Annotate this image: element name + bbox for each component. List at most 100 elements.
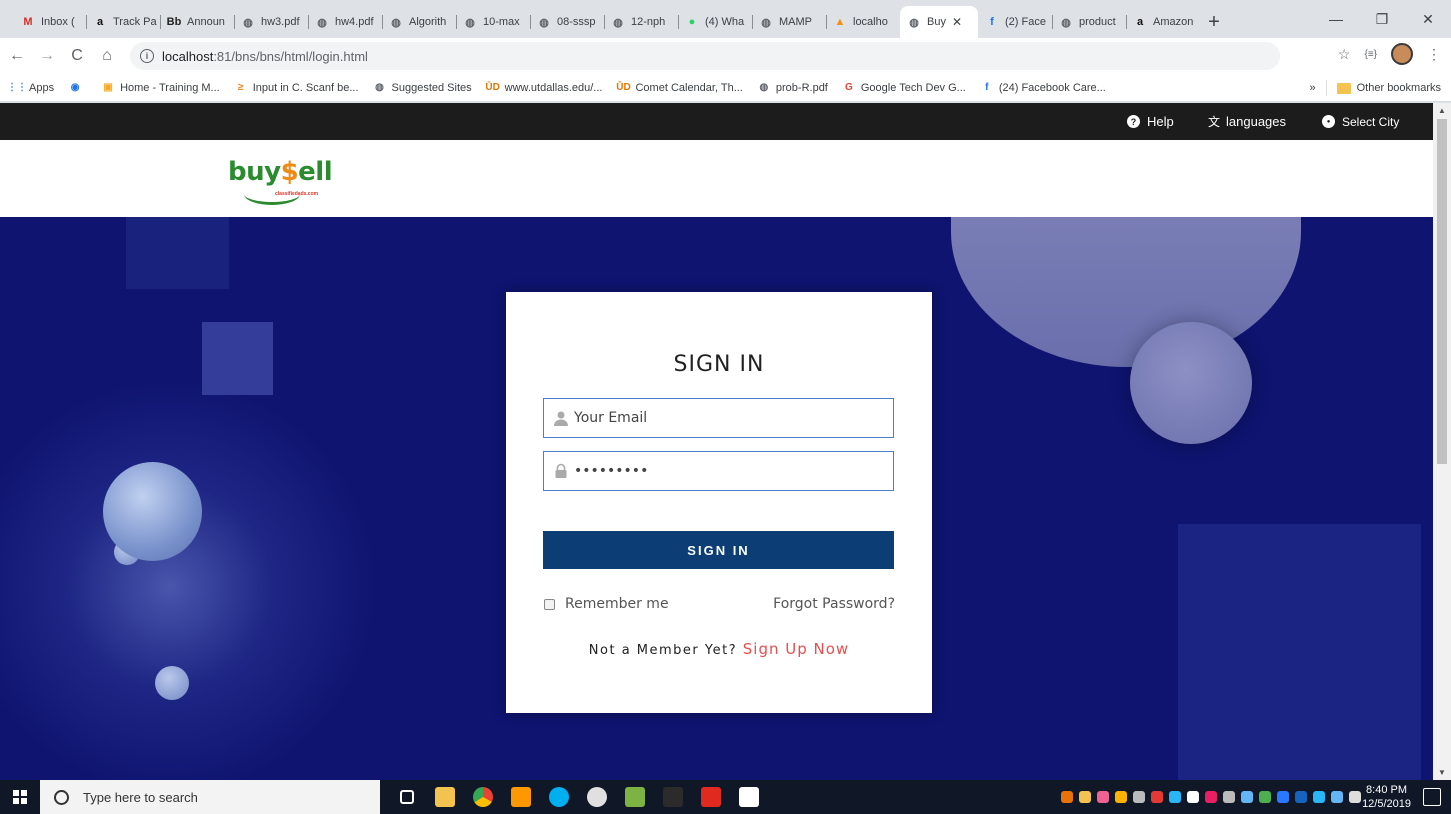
tray-icon[interactable] — [1133, 791, 1145, 803]
file-explorer-icon[interactable] — [426, 780, 464, 814]
browser-tab[interactable]: ◍ hw4.pdf — [308, 6, 382, 38]
browser-tab[interactable]: M Inbox ( — [14, 6, 86, 38]
tray-icon[interactable] — [1169, 791, 1181, 803]
tray-icon[interactable] — [1115, 791, 1127, 803]
email-field[interactable] — [543, 398, 894, 438]
browser-tab[interactable]: ◍ 08-sssp — [530, 6, 604, 38]
tray-icon[interactable] — [1313, 791, 1325, 803]
bookmark-item[interactable]: ŪD Comet Calendar, Th... — [616, 81, 743, 95]
tray-icon[interactable] — [1331, 791, 1343, 803]
bookmark-item[interactable]: ◍ Suggested Sites — [373, 81, 472, 95]
bookmark-item[interactable]: ⋮⋮ Apps — [7, 81, 54, 95]
decor-circle — [1130, 322, 1252, 444]
browser-tab[interactable]: ◍ Algorith — [382, 6, 456, 38]
new-tab-button[interactable]: + — [1200, 6, 1228, 38]
back-button[interactable]: ← — [4, 43, 30, 69]
select-city-link[interactable]: ● Select City — [1322, 103, 1399, 140]
notepad-icon[interactable] — [616, 780, 654, 814]
email-input[interactable] — [574, 410, 874, 426]
profile-avatar[interactable] — [1391, 43, 1413, 65]
task-view-icon[interactable] — [388, 780, 426, 814]
tray-icon[interactable] — [1259, 791, 1271, 803]
forward-button[interactable]: → — [34, 43, 60, 69]
password-field[interactable] — [543, 451, 894, 491]
extension-icon[interactable]: {≡} — [1364, 49, 1377, 60]
photos-icon[interactable] — [730, 780, 768, 814]
browser-tab[interactable]: a Track Pa — [86, 6, 160, 38]
site-info-icon[interactable]: i — [140, 49, 154, 63]
minimize-button[interactable]: — — [1313, 0, 1359, 38]
bookmark-item[interactable]: f (24) Facebook Care... — [980, 81, 1106, 95]
restore-button[interactable]: ❐ — [1359, 0, 1405, 38]
decor-orb — [103, 462, 202, 561]
browser-tab[interactable]: f (2) Face — [978, 6, 1052, 38]
tray-icon[interactable] — [1187, 791, 1199, 803]
bookmark-label: Home - Training M... — [120, 81, 220, 94]
close-tab-icon[interactable]: ✕ — [952, 15, 962, 29]
browser-tab[interactable]: ● (4) Wha — [678, 6, 752, 38]
scroll-up-arrow[interactable]: ▲ — [1438, 106, 1446, 115]
bookmark-star-icon[interactable]: ☆ — [1338, 46, 1351, 63]
bookmark-item[interactable]: ▣ Home - Training M... — [101, 81, 220, 95]
browser-tab[interactable]: ◍ 12-nph — [604, 6, 678, 38]
chrome-icon[interactable] — [464, 780, 502, 814]
browser-tab[interactable]: a Amazon — [1126, 6, 1200, 38]
browser-tab[interactable]: ◍ hw3.pdf — [234, 6, 308, 38]
bookmarks-more-icon[interactable]: » — [1310, 82, 1316, 94]
tray-icon[interactable] — [1223, 791, 1235, 803]
tray-icon[interactable] — [1349, 791, 1361, 803]
reload-button[interactable]: C — [64, 43, 90, 69]
facebook-icon: f — [990, 16, 994, 28]
browser-tab[interactable]: Bb Announ — [160, 6, 234, 38]
bookmark-item[interactable]: ◍ prob-R.pdf — [757, 81, 828, 95]
address-bar[interactable]: i localhost:81/bns/bns/html/login.html — [130, 42, 1280, 70]
other-bookmarks[interactable]: Other bookmarks — [1357, 82, 1441, 94]
notification-icon[interactable] — [1423, 788, 1441, 806]
scrollbar-thumb[interactable] — [1437, 119, 1447, 464]
help-link[interactable]: ? Help — [1127, 103, 1174, 140]
tray-icon[interactable] — [1151, 791, 1163, 803]
tray-icon[interactable] — [1295, 791, 1307, 803]
tray-icon[interactable] — [1061, 791, 1073, 803]
taskbar-clock[interactable]: 8:40 PM 12/5/2019 — [1362, 783, 1411, 811]
bookmark-item[interactable]: ŪD www.utdallas.edu/... — [485, 81, 602, 95]
github-icon[interactable] — [578, 780, 616, 814]
tab-title: Algorith — [409, 16, 447, 28]
remember-checkbox[interactable] — [544, 598, 555, 610]
browser-tab-strip: M Inbox (a Track Pa Bb Announ ◍ hw3.pdf ◍ hw4.pd… — [0, 0, 1451, 38]
languages-link[interactable]: 文 languages — [1208, 103, 1286, 140]
tray-icon[interactable] — [1079, 791, 1091, 803]
start-button[interactable] — [0, 780, 40, 814]
bookmark-item[interactable]: ◉ — [68, 81, 87, 95]
browser-tab[interactable]: ◍ MAMP — [752, 6, 826, 38]
tab-title: Buy — [927, 16, 946, 28]
scroll-down-arrow[interactable]: ▼ — [1438, 768, 1446, 777]
skype-icon[interactable] — [540, 780, 578, 814]
bookmark-item[interactable]: ≥ Input in C. Scanf be... — [234, 81, 359, 95]
tray-icon[interactable] — [1205, 791, 1217, 803]
taskbar-search[interactable]: Type here to search — [40, 780, 380, 814]
tray-icon[interactable] — [1277, 791, 1289, 803]
close-window-button[interactable]: ✕ — [1405, 0, 1451, 38]
browser-tab[interactable]: ◍ 10-max — [456, 6, 530, 38]
lock-icon — [552, 462, 570, 480]
browser-tab[interactable]: ◍ product — [1052, 6, 1126, 38]
remember-me[interactable]: Remember me — [544, 596, 669, 612]
buysell-logo[interactable]: buy$ell classifiedads.com — [228, 153, 338, 209]
decor-square — [126, 217, 229, 289]
browser-tab[interactable]: ◍ Buy ✕ — [900, 6, 978, 38]
tray-icon[interactable] — [1241, 791, 1253, 803]
home-button[interactable]: ⌂ — [94, 43, 120, 69]
tray-icon[interactable] — [1097, 791, 1109, 803]
bookmark-item[interactable]: G Google Tech Dev G... — [842, 81, 966, 95]
password-input[interactable] — [574, 463, 874, 479]
forgot-password-link[interactable]: Forgot Password? — [773, 596, 895, 612]
sign-in-button[interactable]: SIGN IN — [543, 531, 894, 569]
sign-up-link[interactable]: Sign Up Now — [743, 640, 849, 658]
acrobat-icon[interactable] — [692, 780, 730, 814]
terminal-icon[interactable] — [654, 780, 692, 814]
sublime-icon[interactable] — [502, 780, 540, 814]
chrome-menu-icon[interactable]: ⋮ — [1427, 46, 1441, 63]
page-scrollbar[interactable]: ▲ ▼ — [1433, 103, 1451, 780]
browser-tab[interactable]: ▲ localho — [826, 6, 900, 38]
